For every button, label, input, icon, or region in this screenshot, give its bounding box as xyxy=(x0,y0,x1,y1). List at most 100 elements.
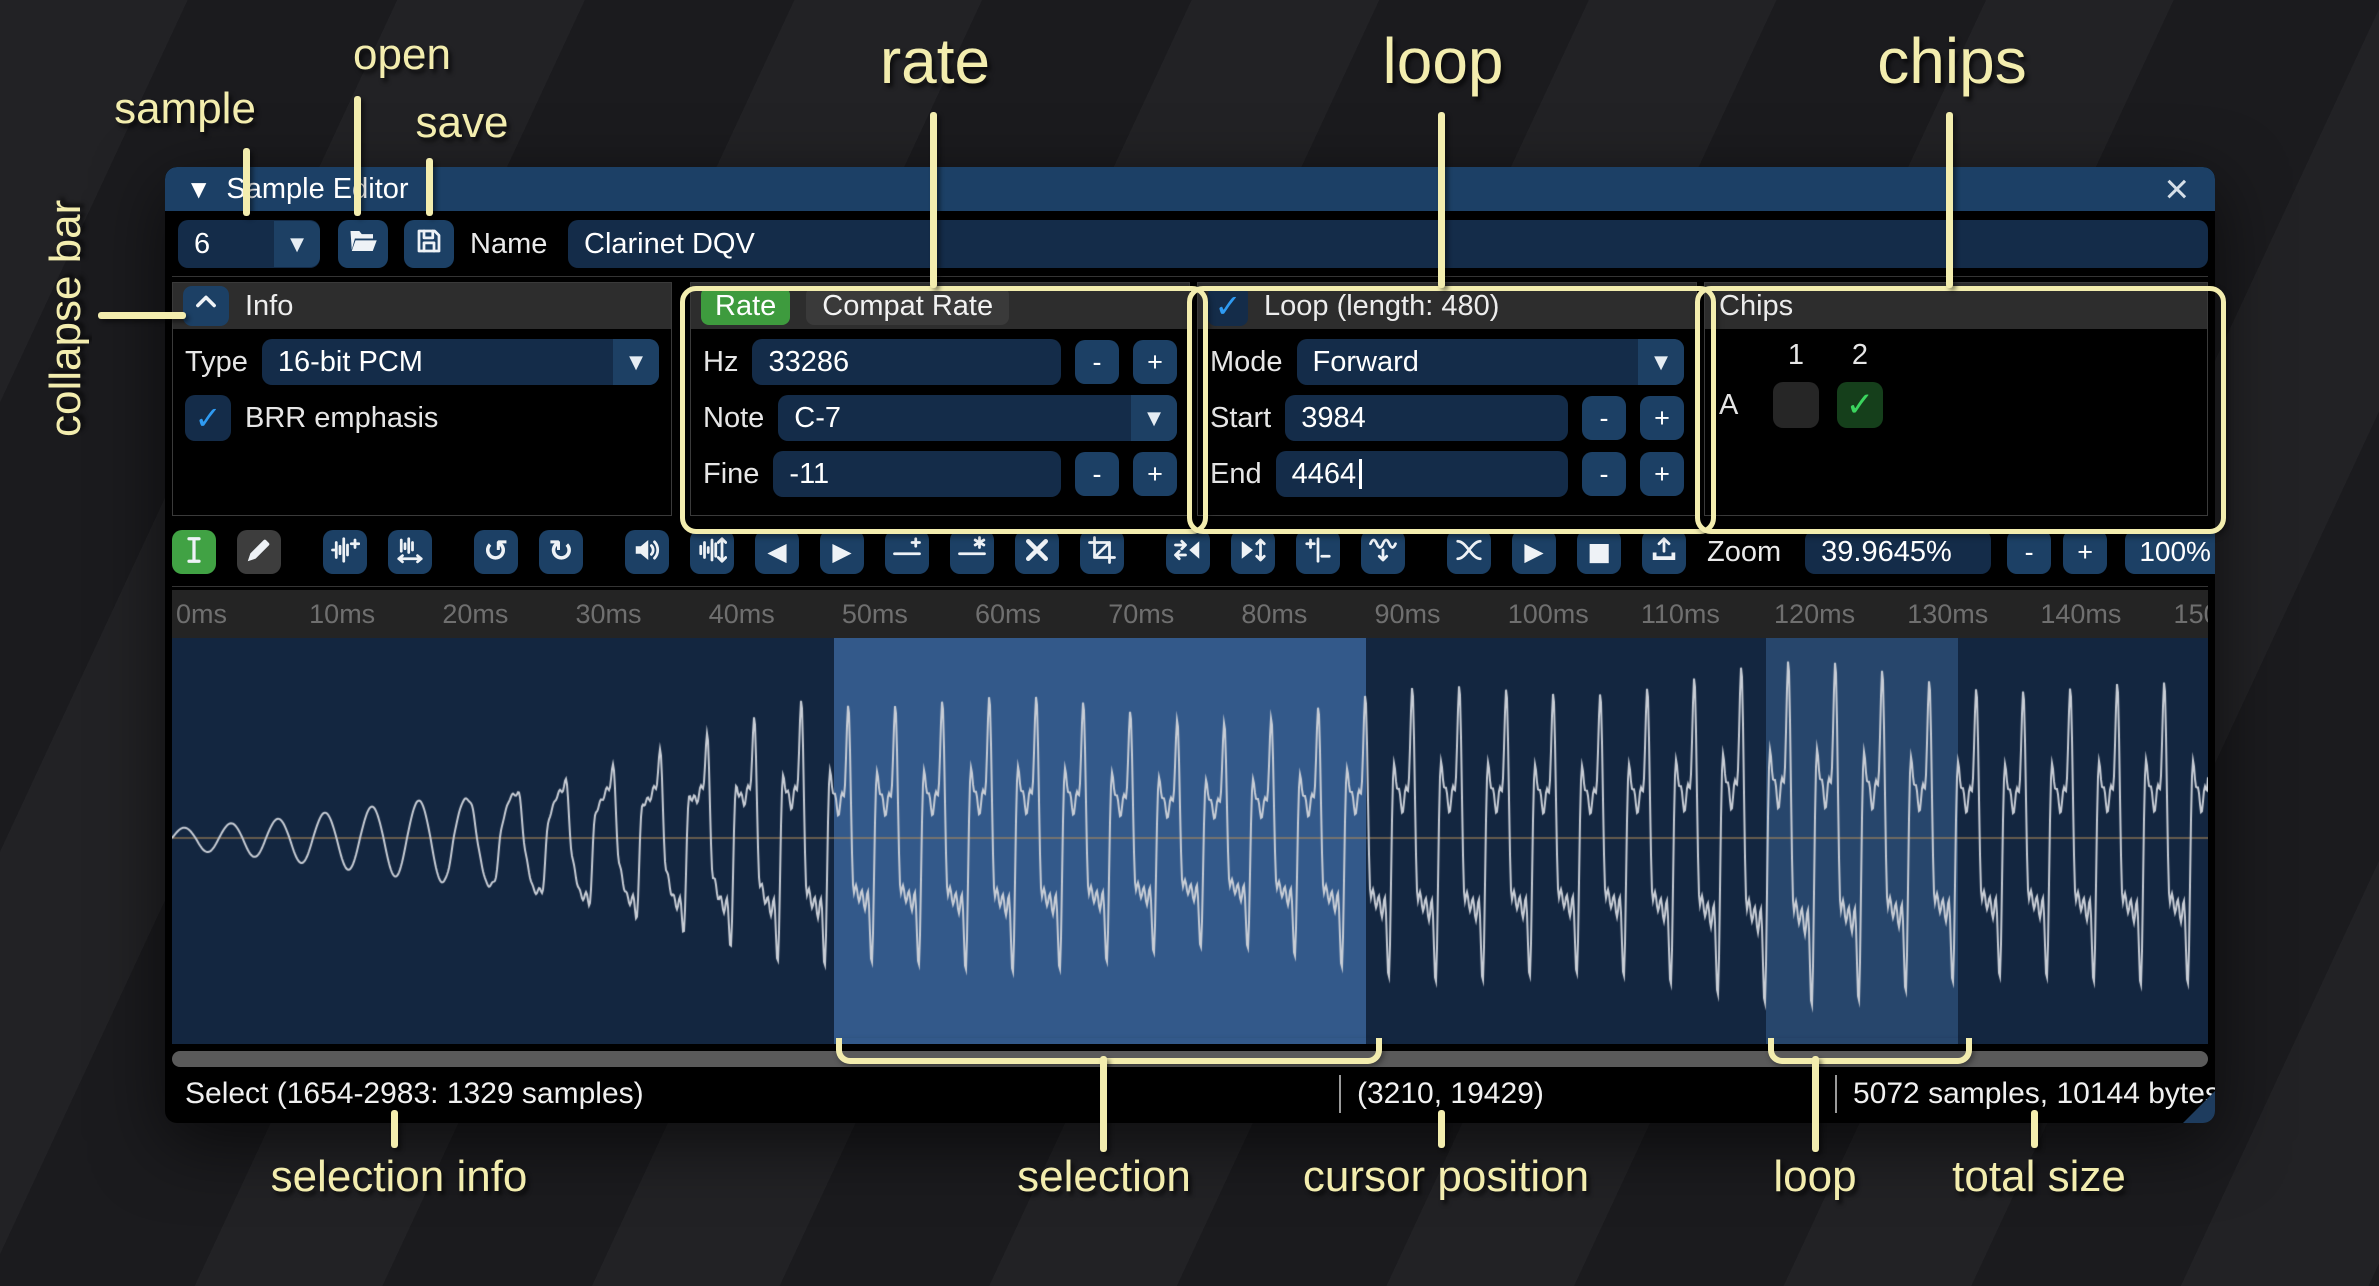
brr-emphasis-checkbox[interactable]: ✓ xyxy=(185,395,231,441)
info-panel-title: Info xyxy=(245,290,293,323)
toolbar-create-instrument-button[interactable] xyxy=(1642,530,1686,574)
crop-icon xyxy=(1087,535,1117,570)
collapse-bar-button[interactable] xyxy=(183,286,229,326)
upload-icon xyxy=(1649,535,1679,570)
timeline-tick-label: 130ms xyxy=(1907,599,1988,630)
status-divider xyxy=(1835,1075,1837,1113)
reverse-icon xyxy=(1173,535,1203,570)
toolbar-trim-button[interactable] xyxy=(1080,530,1124,574)
toolbar-fade-in-button[interactable]: ◀ xyxy=(755,530,799,574)
toolbar-sign-button[interactable] xyxy=(1296,530,1340,574)
zoom-reset-button[interactable]: 100% xyxy=(2125,530,2215,574)
annotation-save: save xyxy=(372,98,552,148)
titlebar[interactable]: ▼ Sample Editor × xyxy=(165,167,2215,211)
toolbar-crossfade-loop-button[interactable] xyxy=(1447,530,1491,574)
annotation-cursor-position: cursor position xyxy=(1266,1152,1626,1202)
window-collapse-icon[interactable]: ▼ xyxy=(191,177,206,201)
status-divider xyxy=(1339,1075,1341,1113)
toolbar-delete-button[interactable] xyxy=(1015,530,1059,574)
window-resize-grip[interactable] xyxy=(2183,1091,2215,1123)
line-star-icon xyxy=(957,535,987,570)
annotation-selection-info: selection info xyxy=(244,1152,554,1202)
tri-left-icon: ◀ xyxy=(767,539,786,565)
annotation-open: open xyxy=(312,30,492,80)
annotation-line-chips xyxy=(1946,112,1953,288)
toolbar-fade-out-button[interactable]: ▶ xyxy=(820,530,864,574)
stop-icon: ■ xyxy=(1587,539,1611,565)
zoom-input[interactable]: 39.9645% xyxy=(1805,530,1991,574)
sign-icon xyxy=(1303,535,1333,570)
status-selection-info: Select (1654-2983: 1329 samples) xyxy=(185,1072,644,1116)
chevron-up-icon xyxy=(192,288,220,324)
status-cursor-position: (3210, 19429) xyxy=(1357,1072,1544,1116)
invert-icon xyxy=(1238,535,1268,570)
toolbar-reverse-button[interactable] xyxy=(1166,530,1210,574)
zoom-out-button[interactable]: - xyxy=(2007,530,2051,574)
waveform-view[interactable] xyxy=(172,638,2208,1044)
crossfade-icon xyxy=(1454,535,1484,570)
timeline-tick-label: 100ms xyxy=(1508,599,1589,630)
chevron-down-icon[interactable]: ▼ xyxy=(274,221,320,267)
toolbar-resize-button[interactable] xyxy=(323,530,367,574)
screenshot-root: sample open save rate loop chips collaps… xyxy=(0,0,2379,1286)
toolbar-filter-button[interactable] xyxy=(1361,530,1405,574)
close-icon[interactable]: × xyxy=(2164,171,2189,207)
timeline-tick-label: 70ms xyxy=(1108,599,1174,630)
toolbar-redo-button[interactable]: ↻ xyxy=(539,530,583,574)
toolbar-edit-mode-select-button[interactable] xyxy=(172,530,216,574)
timeline-tick-label: 60ms xyxy=(975,599,1041,630)
timeline-tick-label: 0ms xyxy=(176,599,227,630)
ibeam-icon xyxy=(179,535,209,570)
save-sample-button[interactable] xyxy=(404,220,454,268)
toolbar-invert-button[interactable] xyxy=(1231,530,1275,574)
play-icon: ▶ xyxy=(1524,539,1543,565)
annotation-line-sample xyxy=(243,148,250,216)
timeline-tick-label: 50ms xyxy=(842,599,908,630)
speaker-icon xyxy=(632,535,662,570)
annotation-line-selection-info xyxy=(391,1110,398,1148)
timeline-tick-label: 30ms xyxy=(576,599,642,630)
annotation-selection: selection xyxy=(954,1152,1254,1202)
chevron-down-icon[interactable]: ▼ xyxy=(613,339,659,385)
toolbar-undo-button[interactable]: ↺ xyxy=(474,530,518,574)
folder-open-icon xyxy=(348,226,378,263)
line-plus-icon xyxy=(892,535,922,570)
toolbar-apply-silence-button[interactable] xyxy=(950,530,994,574)
annotation-chips: chips xyxy=(1817,24,2087,98)
filter-icon xyxy=(1368,535,1398,570)
annotation-outline-chips xyxy=(1695,286,2226,534)
toolbar-normalize-button[interactable] xyxy=(690,530,734,574)
annotation-sample: sample xyxy=(75,84,295,134)
toolbar-edit-mode-draw-button[interactable] xyxy=(237,530,281,574)
annotation-line-rate xyxy=(930,112,937,288)
open-sample-button[interactable] xyxy=(338,220,388,268)
timeline-tick-label: 120ms xyxy=(1774,599,1855,630)
pencil-icon xyxy=(244,535,274,570)
separator xyxy=(172,586,2208,587)
toolbar-amplify-button[interactable] xyxy=(625,530,669,574)
annotation-line-loop xyxy=(1438,112,1445,288)
annotation-rate: rate xyxy=(800,24,1070,98)
check-icon: ✓ xyxy=(195,399,222,437)
annotation-loop: loop xyxy=(1308,24,1578,98)
annotation-bracket-selection xyxy=(836,1038,1382,1064)
annotation-outline-loop xyxy=(1187,286,1716,534)
toolbar-preview-button[interactable]: ▶ xyxy=(1512,530,1556,574)
sample-number-select[interactable]: 6 ▼ xyxy=(178,220,320,268)
wave-stretch-icon xyxy=(395,535,425,570)
annotation-line-total-size xyxy=(2031,1110,2038,1148)
toolbar-insert-silence-button[interactable] xyxy=(885,530,929,574)
wave-plus-icon xyxy=(330,535,360,570)
toolbar-resample-button[interactable] xyxy=(388,530,432,574)
zoom-value: 39.9645% xyxy=(1821,536,1952,569)
timeline-tick-label: 20ms xyxy=(442,599,508,630)
brr-emphasis-label: BRR emphasis xyxy=(245,402,438,435)
sample-type-value: 16-bit PCM xyxy=(278,346,423,379)
sample-name-input[interactable]: Clarinet DQV xyxy=(568,220,2208,268)
type-label: Type xyxy=(185,346,248,379)
zoom-in-button[interactable]: + xyxy=(2063,530,2107,574)
sample-type-select[interactable]: 16-bit PCM ▼ xyxy=(262,339,659,385)
info-panel: Info Type 16-bit PCM ▼ ✓ BRR emphasis xyxy=(172,282,672,516)
timeline-tick-label: 80ms xyxy=(1241,599,1307,630)
toolbar-stop-preview-button[interactable]: ■ xyxy=(1577,530,1621,574)
